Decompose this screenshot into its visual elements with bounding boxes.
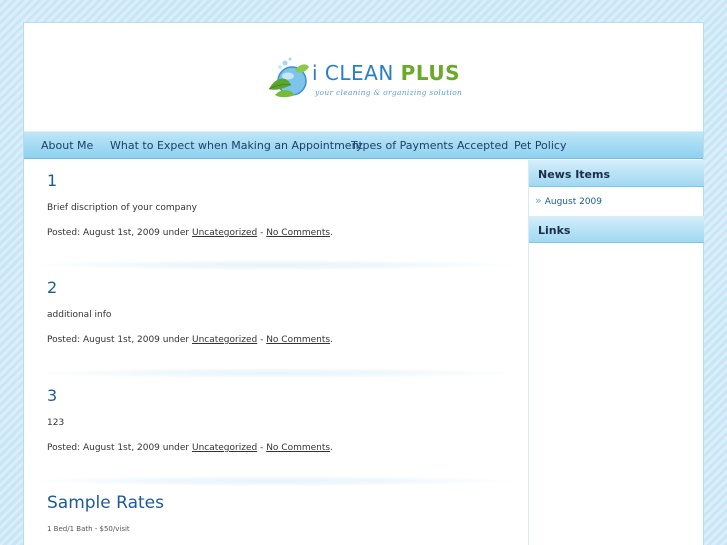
main-content: 1 Brief discription of your company Post… (24, 160, 527, 545)
post-meta-prefix: Posted: August 1st, 2009 under (47, 443, 192, 453)
post-meta-end: . (330, 228, 333, 238)
post-body: Brief discription of your company (47, 203, 197, 213)
post-body: 123 (47, 418, 65, 428)
logo-title-clean: CLEAN (324, 61, 394, 85)
archive-link-label: August 2009 (544, 197, 602, 207)
post-item: 2 additional info Posted: August 1st, 20… (47, 278, 502, 345)
nav-item-payments[interactable]: Types of Payments Accepted (351, 139, 508, 152)
post-meta-prefix: Posted: August 1st, 2009 under (47, 335, 192, 345)
nav-item-pet-policy[interactable]: Pet Policy (514, 139, 566, 152)
post-meta-end: . (330, 335, 333, 345)
post-title[interactable]: 1 (47, 171, 502, 190)
comments-link[interactable]: No Comments (266, 443, 330, 453)
post-meta: Posted: August 1st, 2009 under Uncategor… (47, 335, 502, 345)
post-meta-end: . (330, 443, 333, 453)
sidebar: News Items » August 2009 Links (528, 160, 704, 545)
logo-title-i: i (312, 61, 319, 85)
news-items-heading: News Items (529, 160, 704, 187)
main-nav: About Me What to Expect when Making an A… (24, 131, 703, 159)
category-link[interactable]: Uncategorized (192, 335, 257, 345)
site-header: i CLEAN PLUS your cleaning & organizing … (24, 23, 703, 131)
sample-rates-title: Sample Rates (47, 493, 164, 513)
nav-item-about-me[interactable]: About Me (41, 139, 93, 152)
sample-rates-line: 1 Bed/1 Bath - $50/visit (47, 525, 130, 533)
post-title[interactable]: 3 (47, 386, 502, 405)
leaf-globe-logo-icon (268, 57, 309, 98)
post-item: 1 Brief discription of your company Post… (47, 171, 502, 238)
page-container: i CLEAN PLUS your cleaning & organizing … (23, 22, 704, 545)
post-meta-separator: - (257, 228, 267, 238)
post-title[interactable]: 2 (47, 278, 502, 297)
links-heading: Links (529, 216, 704, 243)
post-meta-separator: - (257, 335, 267, 345)
archive-link-august-2009[interactable]: » August 2009 (535, 194, 602, 207)
post-meta: Posted: August 1st, 2009 under Uncategor… (47, 443, 502, 453)
comments-link[interactable]: No Comments (266, 228, 330, 238)
post-divider (34, 368, 514, 378)
post-meta: Posted: August 1st, 2009 under Uncategor… (47, 228, 502, 238)
category-link[interactable]: Uncategorized (192, 443, 257, 453)
post-meta-separator: - (257, 443, 267, 453)
comments-link[interactable]: No Comments (266, 335, 330, 345)
nav-item-what-to-expect[interactable]: What to Expect when Making an Appointmen… (110, 139, 363, 152)
site-logo[interactable]: i CLEAN PLUS your cleaning & organizing … (265, 53, 470, 105)
category-link[interactable]: Uncategorized (192, 228, 257, 238)
post-divider (34, 476, 514, 486)
post-meta-prefix: Posted: August 1st, 2009 under (47, 228, 192, 238)
logo-title: i CLEAN PLUS (312, 61, 460, 85)
post-divider (34, 260, 514, 270)
post-body: additional info (47, 310, 112, 320)
post-item: 3 123 Posted: August 1st, 2009 under Unc… (47, 386, 502, 453)
logo-title-plus: PLUS (400, 61, 461, 85)
logo-tagline: your cleaning & organizing solution (315, 88, 463, 97)
double-chevron-right-icon: » (535, 194, 542, 207)
